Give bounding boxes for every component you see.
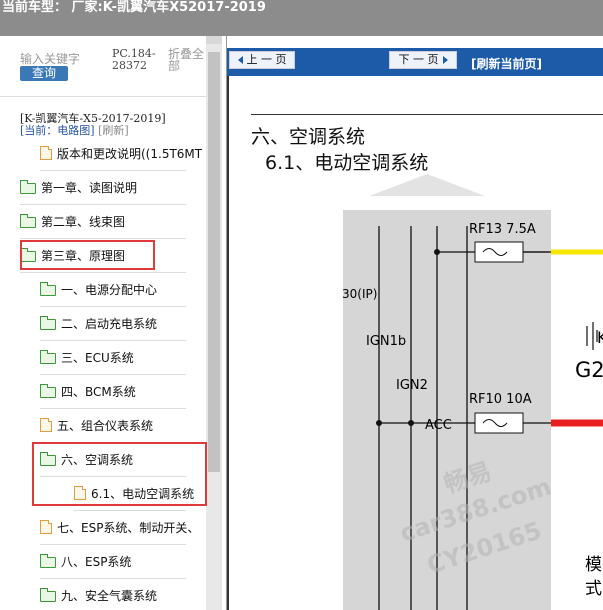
tree-item[interactable]: 三、ECU系统 (40, 346, 204, 368)
folder-icon (40, 281, 56, 296)
prev-page-button[interactable]: 上 一 页 (229, 51, 295, 69)
tree-row-divider (40, 170, 186, 171)
tree-row-divider (40, 306, 186, 307)
folder-icon (40, 383, 56, 398)
tree-row-divider (20, 204, 186, 205)
wire-label-ign1b: IGN1b (366, 334, 407, 349)
partial-label-k: K (597, 328, 603, 347)
folder-icon (40, 587, 56, 602)
tree-item[interactable]: 一、电源分配中心 (40, 278, 204, 300)
folder-icon (40, 349, 56, 364)
junction-mid (408, 420, 414, 426)
tree-item[interactable]: 第一章、读图说明 (20, 176, 204, 198)
scrollbar-up[interactable] (206, 36, 222, 44)
top-bar: 当前车型： 厂家:K-凯翼汽车X52017-2019 (0, 0, 603, 36)
folder-icon (40, 553, 56, 568)
tree-row-divider (40, 578, 186, 579)
document-icon (40, 520, 52, 534)
next-page-label: 下 一 页 (398, 53, 439, 66)
partial-label-g2: G2 (575, 358, 603, 382)
folder-icon (20, 213, 36, 228)
junction-top (434, 249, 440, 255)
sidebar: 输入关键字 查询 PC.184-28372 折叠全部 [K-凯翼汽车-X5-20… (0, 36, 227, 610)
scrollbar-thumb[interactable] (208, 52, 220, 472)
refresh-link[interactable]: [刷新] (98, 124, 129, 137)
wire-label-30ip: 30(IP) (342, 287, 378, 301)
tree-item-label: 第一章、读图说明 (41, 180, 138, 195)
tree-item[interactable]: 版本和更改说明((1.5T6MT (40, 142, 204, 164)
tree-item[interactable]: 七、ESP系统、制动开关、 (40, 516, 204, 538)
fuse-label-rf13: RF13 7.5A (469, 222, 536, 237)
tree-item-label: 三、ECU系统 (61, 350, 134, 365)
vehicle-title: 当前车型： 厂家:K-凯翼汽车X52017-2019 (2, 0, 266, 15)
tree-item-label: 二、启动充电系统 (61, 316, 158, 331)
tree-row-divider (20, 272, 186, 273)
refresh-page-link[interactable]: [刷新当前页] (471, 55, 542, 72)
tree-row-divider (40, 408, 186, 409)
tree-row-divider (40, 374, 186, 375)
collapse-all-button[interactable]: 折叠全部 (168, 48, 208, 72)
document-icon (40, 146, 52, 160)
tree-item-label: 九、安全气囊系统 (61, 588, 158, 603)
document-icon (40, 418, 52, 432)
highlight-box-chapter3 (20, 240, 155, 270)
tree-item[interactable]: 五、组合仪表系统 (40, 414, 204, 436)
tree-item-label: 第二章、线束图 (41, 214, 126, 229)
arrow-right-icon (442, 56, 448, 64)
tree-item[interactable]: 二、启动充电系统 (40, 312, 204, 334)
tree-item-label: 五、组合仪表系统 (57, 418, 154, 433)
search-button[interactable]: 查询 (20, 66, 68, 81)
partial-label-shi: 式 (585, 579, 602, 599)
fuse-rf10 (474, 412, 524, 434)
page-nav-bar: 上 一 页 下 一 页 [刷新当前页] (227, 48, 603, 76)
partial-label-mo: 模 (585, 555, 602, 575)
tree-row-divider (74, 510, 186, 511)
fuse-label-rf10: RF10 10A (469, 392, 532, 407)
pc-code: PC.184-28372 (112, 47, 156, 72)
next-page-button[interactable]: 下 一 页 (389, 51, 457, 69)
current-label: [当前：电路图] (20, 124, 95, 137)
highlight-box-ac (32, 442, 207, 506)
arrow-left-icon (237, 56, 243, 64)
divider (0, 96, 206, 97)
tree-item[interactable]: 第二章、线束图 (20, 210, 204, 232)
folder-icon (40, 315, 56, 330)
tree-row-divider (40, 340, 186, 341)
search-input[interactable]: 输入关键字 (20, 50, 80, 67)
tree-item-label: 七、ESP系统、制动开关、 (57, 520, 200, 535)
fuse-rf13 (474, 241, 524, 263)
tree-row-divider (40, 544, 186, 545)
tree-item-label: 一、电源分配中心 (61, 282, 158, 297)
wire-label-ign2: IGN2 (396, 378, 428, 393)
tree-row-divider (20, 238, 186, 239)
tree-item[interactable]: 九、安全气囊系统 (40, 584, 204, 606)
prev-page-label: 上 一 页 (246, 53, 287, 66)
wiring-diagram: 六、空调系统 6.1、电动空调系统 30(IP) IGN1b IGN2 ACC … (229, 90, 603, 610)
tree-item-label: 八、ESP系统 (61, 554, 132, 569)
wire-label-acc: ACC (425, 418, 452, 433)
junction-left (376, 420, 382, 426)
tree-item-label: 版本和更改说明((1.5T6MT (57, 146, 203, 161)
tree-item-label: 四、BCM系统 (61, 384, 136, 399)
tree-item[interactable]: 四、BCM系统 (40, 380, 204, 402)
current-location: [当前：电路图] [刷新] (20, 122, 129, 138)
tree-item[interactable]: 八、ESP系统 (40, 550, 204, 572)
folder-icon (20, 179, 36, 194)
content-area: 上 一 页 下 一 页 [刷新当前页] 六、空调系统 6.1、电动空调系统 30… (227, 36, 603, 610)
